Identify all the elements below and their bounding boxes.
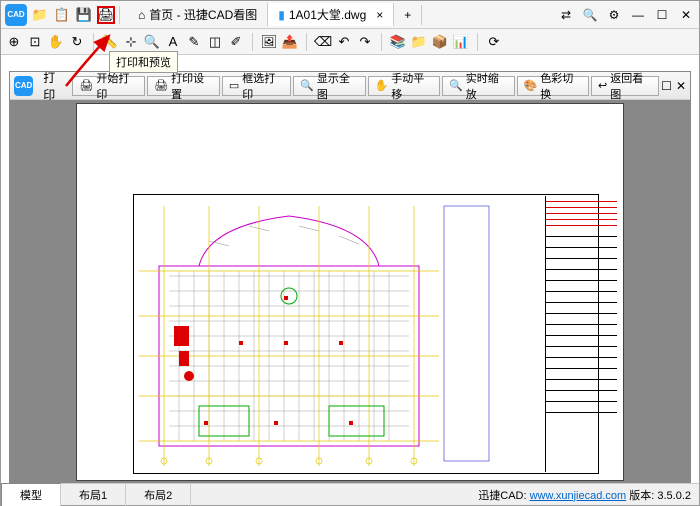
zoom-icon: 🔍	[300, 79, 314, 92]
app-logo: CAD	[5, 4, 27, 26]
tab-home[interactable]: ⌂ 首页 - 迅捷CAD看图	[128, 3, 268, 26]
print-icon[interactable]: 🖨	[97, 6, 115, 24]
close-icon[interactable]: ✕	[677, 6, 695, 24]
text-icon[interactable]: A	[164, 33, 182, 51]
redo-icon[interactable]: ↷	[356, 33, 374, 51]
tab-layout2[interactable]: 布局2	[126, 484, 191, 506]
hand-icon: ✋	[375, 79, 389, 92]
folder-icon[interactable]: 📁	[410, 33, 428, 51]
frame-print-button[interactable]: ▭框选打印	[222, 76, 291, 96]
print-setup-button[interactable]: 🖨打印设置	[147, 76, 220, 96]
return-button[interactable]: ↩返回看图	[591, 76, 659, 96]
pencil-icon[interactable]: ✎	[185, 33, 203, 51]
search-icon[interactable]: 🔍	[581, 6, 599, 24]
maximize-icon[interactable]: ☐	[653, 6, 671, 24]
tab-layout1[interactable]: 布局1	[61, 484, 126, 506]
gear-icon[interactable]: ⚙	[605, 6, 623, 24]
file-icon: ▮	[278, 8, 285, 22]
delete-icon[interactable]: ⌫	[314, 33, 332, 51]
show-all-button[interactable]: 🔍显示全图	[293, 76, 365, 96]
panel-close-icon[interactable]: ✕	[676, 79, 686, 93]
close-tab-icon[interactable]: ×	[376, 8, 383, 22]
zoom-fit-icon[interactable]: ⊕	[5, 33, 23, 51]
print-preview-canvas[interactable]	[10, 100, 690, 484]
orbit-icon[interactable]: ↻	[68, 33, 86, 51]
color-icon: 🎨	[524, 79, 538, 92]
measure-icon[interactable]: 📏	[101, 33, 119, 51]
panel-title: 打印	[43, 69, 66, 103]
print-panel: CAD 打印 🖨开始打印 🖨打印设置 ▭框选打印 🔍显示全图 ✋手动平移 🔍实时…	[9, 71, 691, 485]
export-icon[interactable]: 📤	[281, 33, 299, 51]
website-link[interactable]: www.xunjiecad.com	[530, 490, 627, 502]
printer-icon: 🖨	[154, 79, 168, 92]
tab-file-label: 1A01大堂.dwg	[289, 6, 366, 23]
tooltip: 打印和预览	[109, 51, 178, 73]
tab-add[interactable]: +	[394, 5, 422, 25]
box-icon[interactable]: 📦	[431, 33, 449, 51]
pan-icon[interactable]: ✋	[47, 33, 65, 51]
frame-icon: ▭	[229, 79, 239, 92]
zoom-button[interactable]: 🔍实时缩放	[442, 76, 514, 96]
erase-icon[interactable]: ◫	[206, 33, 224, 51]
find-icon[interactable]: 🔍	[143, 33, 161, 51]
image-icon[interactable]: 🖼	[260, 33, 278, 51]
panel-maximize-icon[interactable]: ☐	[661, 79, 672, 93]
stats-icon[interactable]: 📊	[452, 33, 470, 51]
paper	[76, 103, 624, 481]
convert-icon[interactable]: ⇄	[557, 6, 575, 24]
tab-file[interactable]: ▮ 1A01大堂.dwg ×	[268, 3, 394, 26]
recent-icon[interactable]: 📋	[53, 6, 71, 24]
open-icon[interactable]: 📁	[31, 6, 49, 24]
home-icon: ⌂	[138, 8, 145, 22]
color-button[interactable]: 🎨色彩切换	[517, 76, 589, 96]
title-block	[545, 196, 617, 472]
back-icon: ↩	[598, 79, 607, 92]
tab-model[interactable]: 模型	[1, 483, 61, 506]
start-print-button[interactable]: 🖨开始打印	[72, 76, 145, 96]
zoom-icon: 🔍	[449, 79, 463, 92]
edit-icon[interactable]: ✐	[227, 33, 245, 51]
zoom-window-icon[interactable]: ⊡	[26, 33, 44, 51]
tab-home-label: 首页 - 迅捷CAD看图	[149, 6, 257, 23]
undo-icon[interactable]: ↶	[335, 33, 353, 51]
layers-icon[interactable]: 📚	[389, 33, 407, 51]
printer-icon: 🖨	[79, 79, 93, 92]
status-bar: 迅捷CAD: www.xunjiecad.com 版本: 3.5.0.2	[478, 487, 699, 503]
floorplan-drawing	[139, 196, 519, 472]
refresh-icon[interactable]: ⟳	[485, 33, 503, 51]
coords-icon[interactable]: ⊹	[122, 33, 140, 51]
minimize-icon[interactable]: —	[629, 6, 647, 24]
panel-logo: CAD	[14, 76, 33, 96]
save-icon[interactable]: 💾	[75, 6, 93, 24]
pan-button[interactable]: ✋手动平移	[368, 76, 440, 96]
